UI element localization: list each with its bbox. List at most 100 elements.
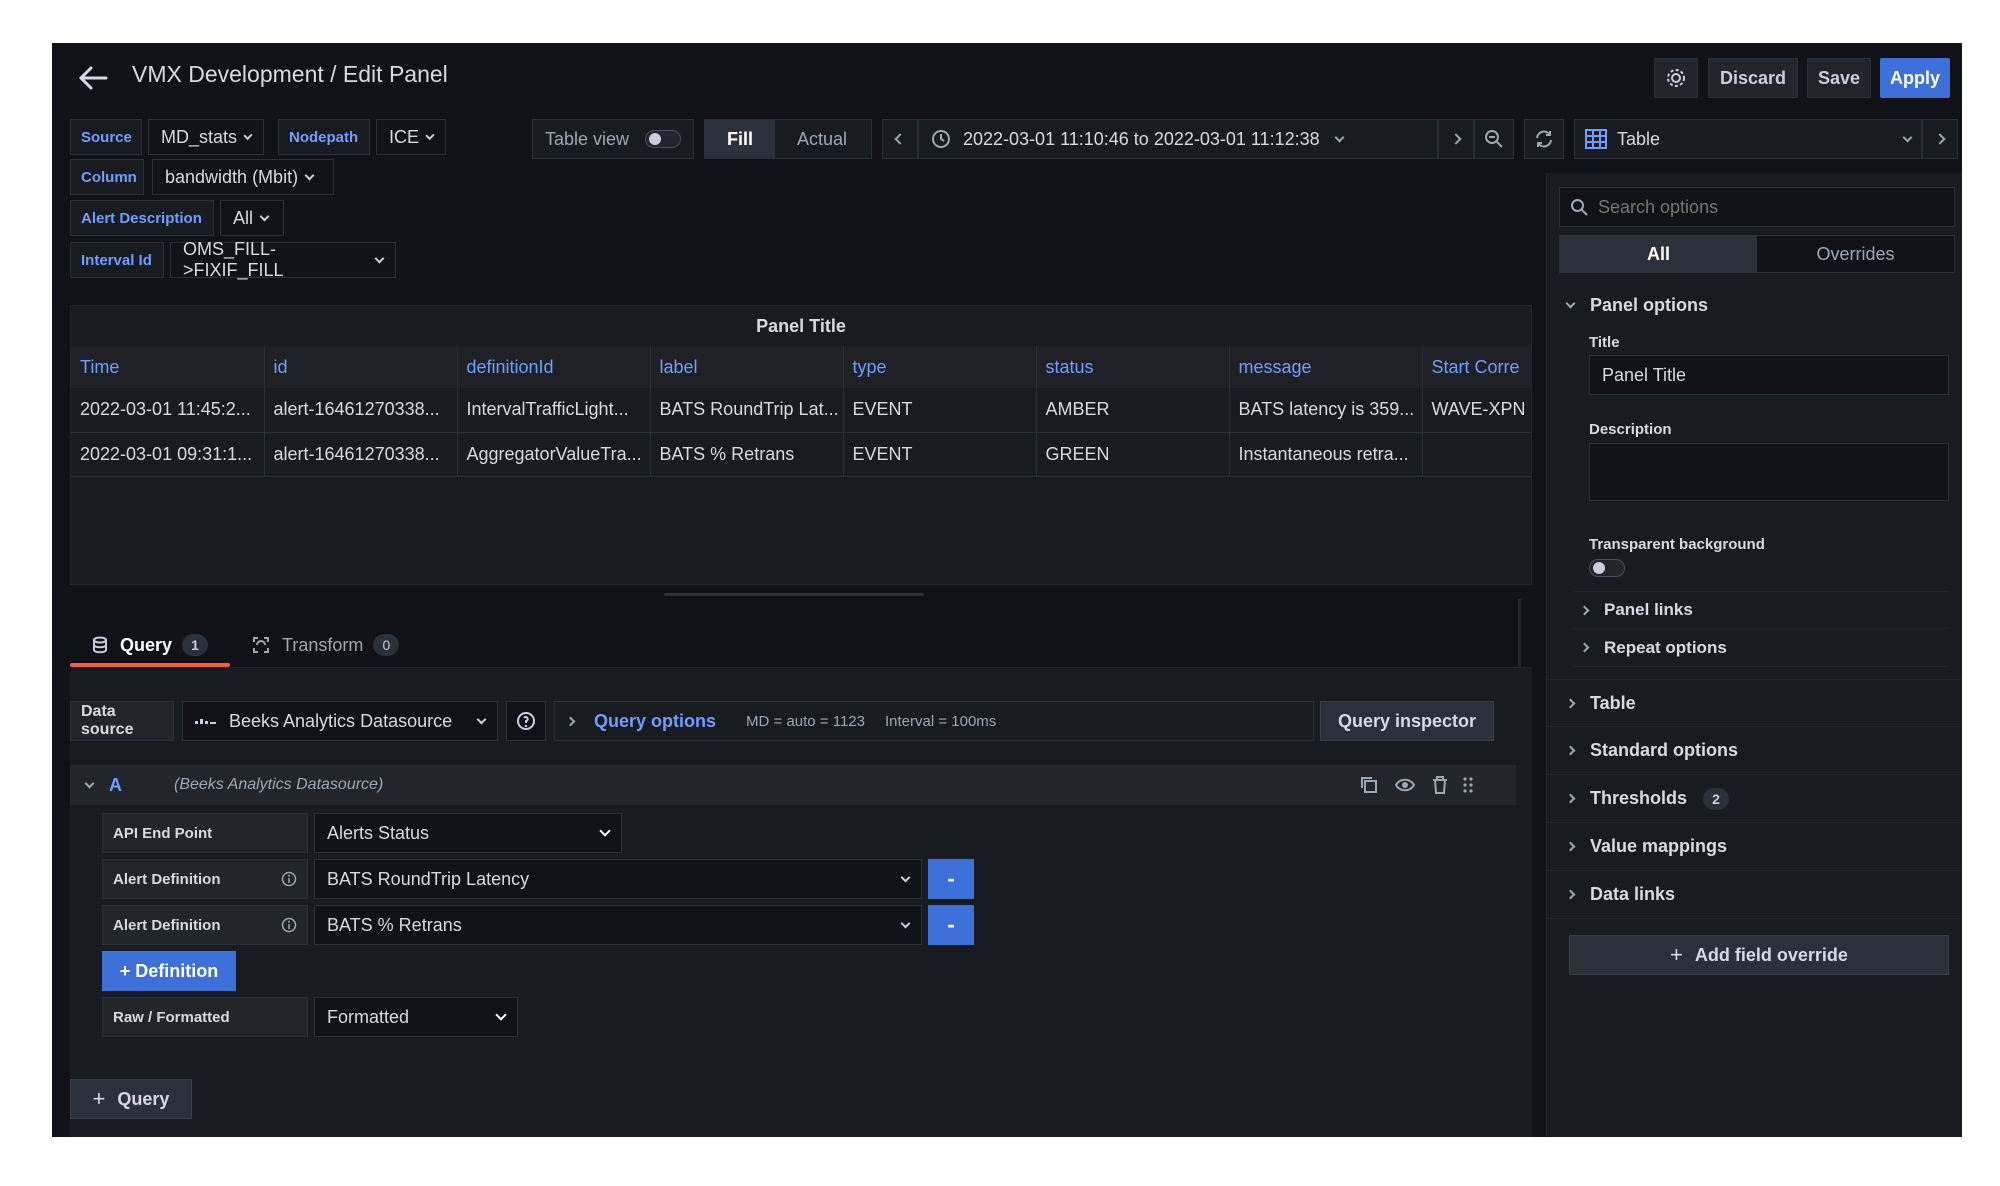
alert-definition-select[interactable]: BATS % Retrans [314, 905, 922, 945]
chevron-right-icon [1450, 133, 1462, 145]
duplicate-icon[interactable] [1360, 776, 1378, 794]
query-datasource-name: (Beeks Analytics Datasource) [174, 776, 384, 793]
query-row-header: A (Beeks Analytics Datasource) [70, 765, 1516, 805]
tab-query[interactable]: Query 1 [92, 627, 209, 663]
description-textarea[interactable] [1589, 443, 1949, 501]
api-endpoint-select[interactable]: Alerts Status [314, 813, 622, 853]
variable-select-interval-id[interactable]: OMS_FILL->FIXIF_FILL [170, 239, 396, 280]
save-button[interactable]: Save [1807, 58, 1871, 98]
value-mappings-section[interactable]: Value mappings [1547, 823, 1962, 871]
table-row: 2022-03-01 09:31:1... alert-16461270338.… [71, 432, 1531, 477]
discard-button[interactable]: Discard [1708, 58, 1798, 98]
add-query-label: Query [117, 1088, 170, 1109]
collapse-chevron-icon[interactable] [84, 778, 95, 788]
variable-select-nodepath[interactable]: ICE [376, 119, 446, 155]
add-query-button[interactable]: + Query [70, 1079, 192, 1119]
time-forward-button[interactable] [1438, 119, 1474, 159]
query-options-bar[interactable]: Query options MD = auto = 1123 Interval … [554, 701, 1314, 741]
query-ref-id[interactable]: A [109, 775, 122, 796]
panel-preview: Panel Title Time id definitionId label t… [70, 305, 1532, 585]
table-row: 2022-03-01 11:45:2... alert-16461270338.… [71, 388, 1531, 433]
interval-info: Interval = 100ms [884, 712, 997, 730]
chevron-down-icon [900, 872, 911, 882]
table-section[interactable]: Table [1547, 679, 1962, 727]
results-table: Time id definitionId label type status m… [71, 346, 1531, 477]
transparent-background-toggle[interactable] [1589, 559, 1625, 577]
visualization-name: Table [1617, 128, 1661, 149]
column-header[interactable]: Time [71, 346, 265, 388]
settings-button[interactable] [1654, 58, 1698, 98]
search-options-input[interactable] [1598, 196, 1928, 218]
data-links-section[interactable]: Data links [1547, 871, 1962, 919]
column-header[interactable]: type [843, 346, 1037, 388]
trash-icon[interactable] [1432, 776, 1448, 794]
variable-select-column[interactable]: bandwidth (Mbit) [152, 159, 334, 195]
column-header[interactable]: definitionId [457, 346, 651, 388]
add-definition-button[interactable]: + Definition [102, 951, 236, 991]
chevron-down-icon [495, 1009, 507, 1021]
gear-icon [1667, 69, 1685, 87]
column-header[interactable]: status [1036, 346, 1230, 388]
toggle-switch[interactable] [645, 130, 681, 148]
column-header[interactable]: id [264, 346, 458, 388]
table-view-label: Table view [545, 128, 630, 149]
options-pane: All Overrides Panel options Title Panel … [1546, 173, 1962, 1137]
tab-transform[interactable]: Transform 0 [252, 627, 400, 663]
column-header[interactable]: Start Corre [1422, 346, 1531, 388]
fill-option[interactable]: Fill [705, 120, 775, 158]
time-range-picker[interactable]: 2022-03-01 11:10:46 to 2022-03-01 11:12:… [918, 119, 1438, 159]
thresholds-section[interactable]: Thresholds 2 [1547, 775, 1962, 823]
raw-formatted-value: Formatted [327, 1006, 410, 1027]
panel-links-section[interactable]: Panel links [1573, 591, 1949, 629]
data-source-label: Data source [70, 701, 174, 741]
back-arrow-icon[interactable] [76, 63, 110, 93]
tab-all[interactable]: All [1560, 236, 1757, 272]
data-source-picker[interactable]: Beeks Analytics Datasource [182, 701, 498, 741]
alert-definition-select[interactable]: BATS RoundTrip Latency [314, 859, 922, 899]
database-icon [93, 636, 107, 654]
refresh-button[interactable] [1524, 119, 1564, 159]
remove-definition-button[interactable]: - [928, 859, 974, 899]
options-tabs: All Overrides [1559, 235, 1955, 273]
apply-button[interactable]: Apply [1880, 58, 1950, 98]
eye-icon[interactable] [1395, 776, 1415, 794]
table-cell: Instantaneous retra... [1229, 432, 1423, 477]
visualization-picker[interactable]: Table [1574, 119, 1922, 159]
data-source-help-button[interactable] [506, 701, 546, 741]
table-view-toggle[interactable]: Table view [532, 119, 694, 159]
tab-overrides[interactable]: Overrides [1757, 236, 1954, 272]
query-inspector-button[interactable]: Query inspector [1320, 701, 1494, 741]
add-field-override-button[interactable]: + Add field override [1569, 935, 1949, 975]
panel-editor: VMX Development / Edit Panel Discard Sav… [52, 43, 1962, 1137]
repeat-options-section[interactable]: Repeat options [1573, 629, 1949, 667]
section-title: Repeat options [1604, 637, 1727, 657]
variable-select-alert-description[interactable]: All [220, 200, 284, 236]
drag-handle-icon[interactable] [1462, 776, 1474, 794]
column-header[interactable]: label [650, 346, 844, 388]
variable-value: bandwidth (Mbit) [165, 166, 299, 187]
time-back-button[interactable] [882, 119, 918, 159]
chevron-left-icon [894, 133, 906, 145]
column-header[interactable]: message [1229, 346, 1423, 388]
table-cell: EVENT [843, 388, 1037, 433]
raw-formatted-select[interactable]: Formatted [314, 997, 518, 1037]
transform-icon [253, 637, 269, 653]
table-cell: AMBER [1036, 388, 1230, 433]
chevron-down-icon [599, 825, 611, 837]
search-options-field[interactable] [1559, 187, 1955, 227]
chevron-down-icon [243, 130, 253, 140]
zoom-out-button[interactable] [1474, 119, 1514, 159]
alert-definition-value: BATS % Retrans [327, 914, 462, 935]
panel-options-section[interactable]: Panel options [1547, 281, 1962, 329]
collapse-options-button[interactable] [1922, 119, 1958, 159]
variable-select-source[interactable]: MD_stats [148, 119, 264, 155]
alert-definition-label: Alert Definition [102, 859, 308, 899]
variable-label-column: Column [70, 159, 144, 195]
label-text: Alert Definition [113, 870, 221, 888]
splitter-handle[interactable] [664, 593, 924, 596]
table-cell [1422, 432, 1531, 477]
standard-options-section[interactable]: Standard options [1547, 727, 1962, 775]
remove-definition-button[interactable]: - [928, 905, 974, 945]
title-input[interactable]: Panel Title [1589, 355, 1949, 395]
actual-option[interactable]: Actual [775, 120, 869, 158]
